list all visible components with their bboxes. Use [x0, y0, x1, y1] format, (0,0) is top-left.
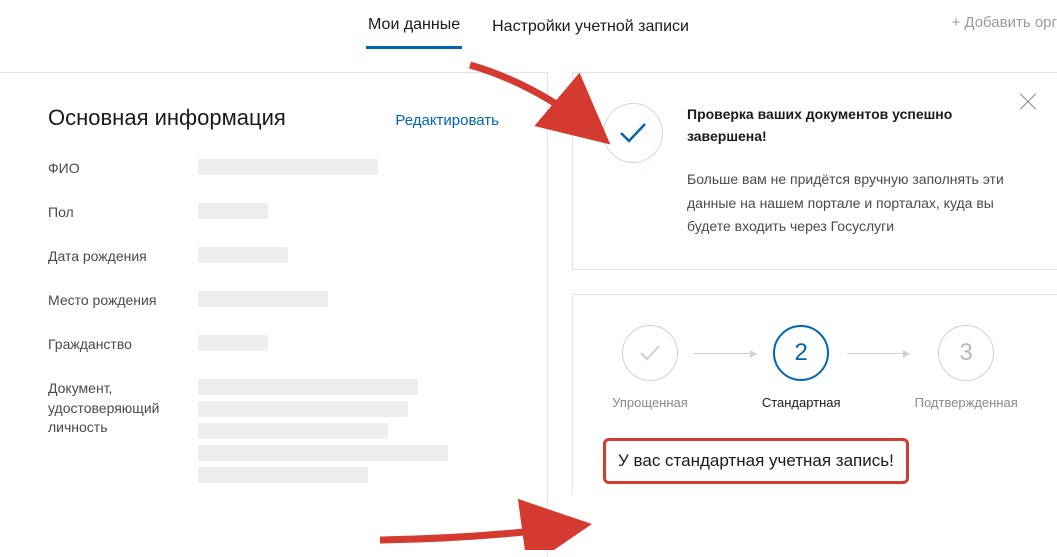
arrow-icon: [847, 353, 909, 354]
field-fio: ФИО: [48, 159, 499, 181]
checkmark-icon: [622, 325, 678, 381]
field-label: ФИО: [48, 159, 198, 179]
close-icon[interactable]: [1017, 91, 1039, 113]
field-label: Дата рождения: [48, 247, 198, 267]
account-status-card: Упрощенная 2 Стандартная 3 Подтвержденна…: [572, 294, 1057, 494]
basic-info-card: Основная информация Редактировать ФИО По…: [0, 72, 548, 557]
field-id-document: Документ, удостоверяющий личность: [48, 379, 499, 489]
tabs-bar: Мои данные Настройки учетной записи + До…: [0, 0, 1057, 48]
tab-account-settings[interactable]: Настройки учетной записи: [490, 10, 691, 48]
arrow-icon: [694, 353, 756, 354]
field-birth-date: Дата рождения: [48, 247, 499, 269]
status-highlight: У вас стандартная учетная запись!: [603, 438, 909, 484]
step-standard: 2 Стандартная: [762, 325, 841, 410]
edit-link[interactable]: Редактировать: [395, 112, 499, 129]
field-label: Гражданство: [48, 335, 198, 355]
field-label: Пол: [48, 203, 198, 223]
basic-info-title: Основная информация: [48, 105, 286, 131]
notice-title: Проверка ваших документов успешно заверш…: [687, 103, 1027, 148]
step-label: Упрощенная: [612, 395, 688, 410]
field-label: Документ, удостоверяющий личность: [48, 379, 198, 438]
add-organization-link[interactable]: + Добавить орг: [951, 14, 1057, 31]
step-label: Подтвержденная: [915, 395, 1018, 410]
tab-my-data[interactable]: Мои данные: [366, 8, 462, 49]
step-number: 2: [773, 325, 829, 381]
step-confirmed: 3 Подтвержденная: [915, 325, 1018, 410]
field-gender: Пол: [48, 203, 499, 225]
step-simplified: Упрощенная: [612, 325, 688, 410]
field-birth-place: Место рождения: [48, 291, 499, 313]
step-label: Стандартная: [762, 395, 841, 410]
notice-description: Больше вам не придётся вручную заполнять…: [687, 168, 1027, 239]
field-label: Место рождения: [48, 291, 198, 311]
account-level-steps: Упрощенная 2 Стандартная 3 Подтвержденна…: [603, 325, 1027, 410]
account-status-text: У вас стандартная учетная запись!: [616, 447, 896, 475]
field-citizenship: Гражданство: [48, 335, 499, 357]
step-number: 3: [938, 325, 994, 381]
checkmark-icon: [603, 103, 663, 163]
verification-notice-card: Проверка ваших документов успешно заверш…: [572, 72, 1057, 270]
